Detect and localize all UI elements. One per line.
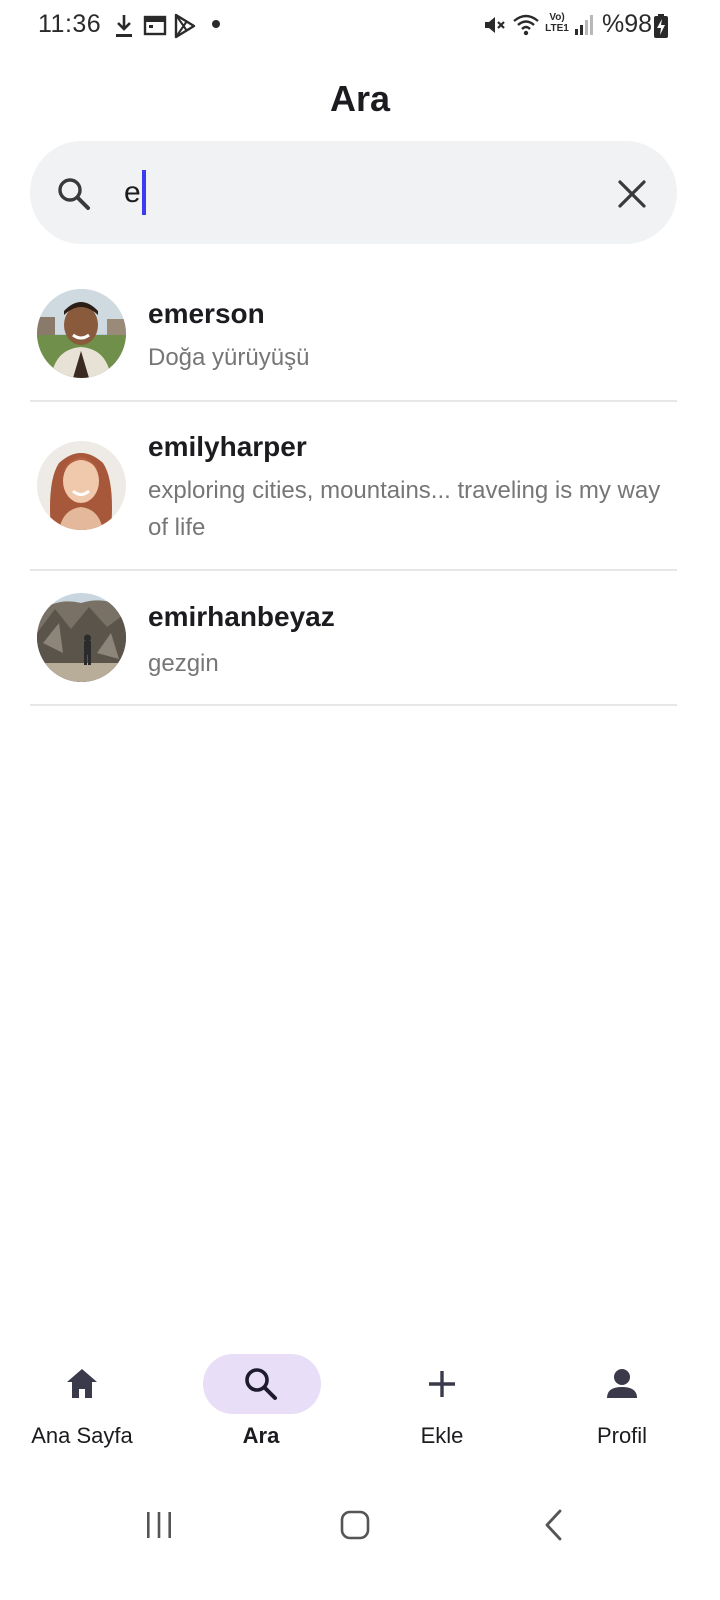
battery-charging-icon: [654, 14, 668, 38]
avatar: [37, 441, 126, 530]
result-bio: Doğa yürüyüşü: [148, 344, 310, 371]
search-icon: [58, 178, 90, 210]
nav-label-home: Ana Sayfa: [31, 1423, 133, 1448]
close-icon[interactable]: [614, 176, 650, 212]
nav-item-add[interactable]: Ekle: [352, 1354, 532, 1454]
result-username: emerson: [148, 298, 265, 329]
result-username: emilyharper: [148, 431, 307, 462]
result-username: emirhanbeyaz: [148, 601, 335, 632]
nav-label-profile: Profil: [596, 1423, 648, 1448]
recents-icon[interactable]: [144, 1510, 174, 1540]
home-icon: [67, 1369, 97, 1398]
nav-item-profile[interactable]: Profil: [532, 1354, 712, 1454]
system-nav-bar: [0, 1490, 720, 1560]
person-icon: [607, 1369, 637, 1398]
result-bio: exploring cities, mountains... traveling…: [148, 477, 661, 541]
dot-icon: [212, 20, 220, 28]
page-title: Ara: [329, 78, 391, 119]
mute-icon: [485, 17, 505, 33]
status-bar: 11:36 Vo) LTE1 %98: [0, 0, 720, 52]
search-input[interactable]: [124, 168, 584, 218]
bottom-nav: Ana Sayfa Ara Ekle Profil: [0, 1330, 720, 1465]
nav-item-home[interactable]: Ana Sayfa: [0, 1354, 172, 1454]
signal-icon: [575, 15, 593, 35]
battery-percent: %98: [602, 10, 653, 38]
status-time: 11:36: [38, 10, 102, 38]
search-icon: [245, 1368, 277, 1400]
wifi-icon: [513, 14, 539, 36]
list-item[interactable]: emilyharper exploring cities, mountains.…: [30, 402, 677, 571]
text-caret: [142, 170, 146, 215]
avatar: [37, 593, 126, 682]
result-bio: gezgin: [148, 650, 219, 677]
nav-item-search[interactable]: Ara: [171, 1354, 351, 1454]
list-item[interactable]: emerson Doğa yürüyüşü: [30, 286, 677, 402]
home-button-icon[interactable]: [339, 1509, 371, 1541]
plus-icon: [429, 1371, 455, 1397]
nav-label-search: Ara: [242, 1423, 280, 1448]
back-icon[interactable]: [540, 1508, 570, 1542]
download-icon: [116, 15, 132, 37]
avatar: [37, 289, 126, 378]
volte-icon: Vo) LTE1: [545, 12, 569, 34]
calendar-icon: [143, 15, 167, 36]
list-item[interactable]: emirhanbeyaz gezgin: [30, 571, 677, 706]
play-store-icon: [174, 13, 196, 39]
nav-label-add: Ekle: [420, 1423, 464, 1448]
